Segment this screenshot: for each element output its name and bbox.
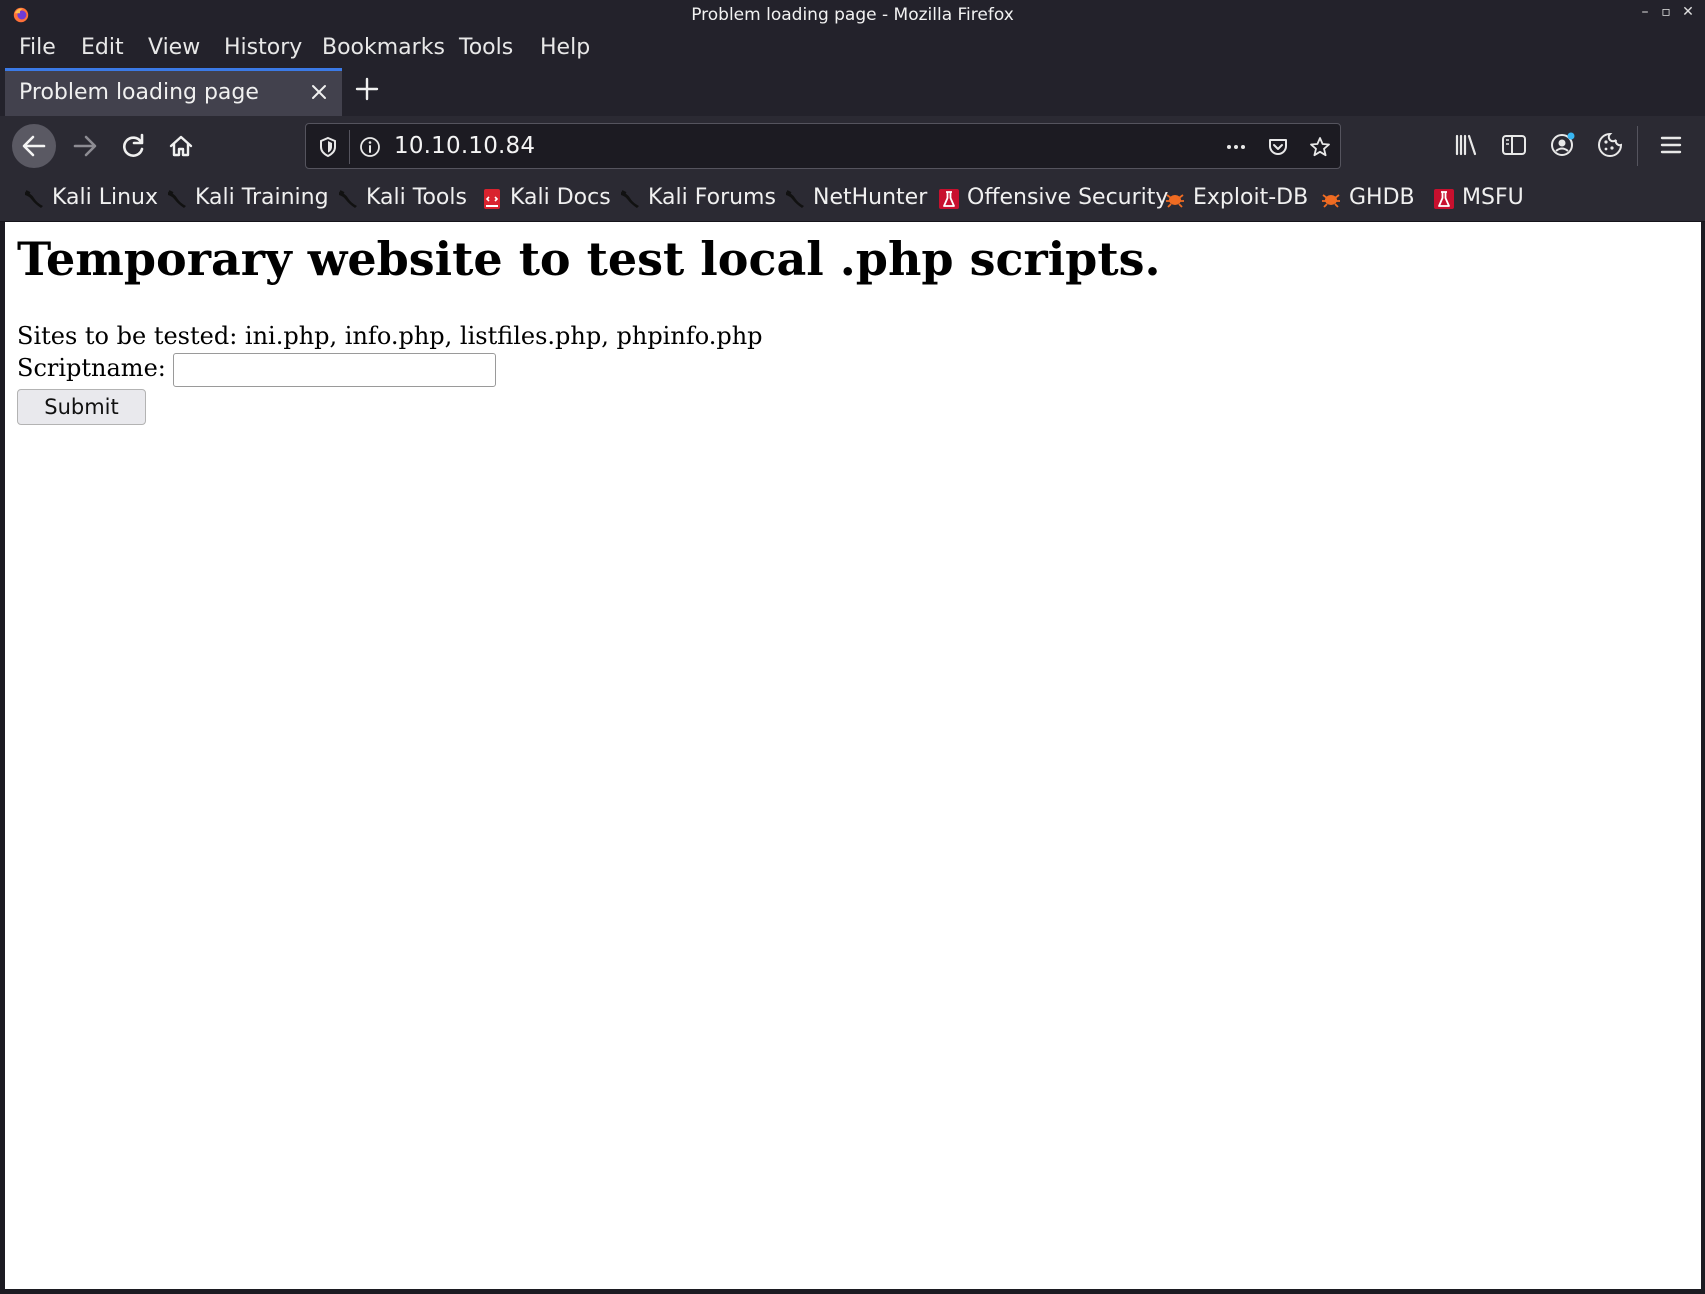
sidebar-icon[interactable] bbox=[1499, 130, 1529, 160]
home-icon bbox=[169, 135, 193, 157]
kali-dragon-icon bbox=[25, 190, 43, 208]
bookmark-star-icon[interactable] bbox=[1308, 135, 1332, 159]
menu-file[interactable]: File bbox=[19, 35, 56, 60]
menu-history[interactable]: History bbox=[224, 35, 302, 60]
bookmark-label: MSFU bbox=[1462, 185, 1524, 210]
sites-to-test-text: Sites to be tested: ini.php, info.php, l… bbox=[17, 322, 763, 350]
bookmark-label: Kali Linux bbox=[52, 185, 159, 210]
account-icon[interactable] bbox=[1547, 130, 1577, 160]
exploitdb-bug-icon bbox=[1322, 194, 1340, 208]
menu-bookmarks[interactable]: Bookmarks bbox=[322, 35, 445, 60]
maximize-button[interactable]: ▫ bbox=[1657, 4, 1675, 20]
kali-dragon-icon bbox=[339, 190, 357, 208]
bookmark-label: Kali Forums bbox=[648, 185, 776, 210]
tab-problem-loading[interactable]: Problem loading page bbox=[5, 68, 342, 116]
kali-dragon-icon bbox=[621, 190, 639, 208]
exploitdb-bug-icon bbox=[1166, 194, 1184, 208]
urlbar-divider bbox=[349, 130, 350, 164]
bookmarks-toolbar: Kali Linux Kali Training Kali Tools Kali… bbox=[0, 176, 1705, 222]
scriptname-input[interactable] bbox=[173, 353, 496, 387]
back-button[interactable] bbox=[12, 124, 56, 168]
pocket-icon[interactable] bbox=[1266, 135, 1290, 159]
arrow-left-icon bbox=[22, 135, 46, 157]
menu-view[interactable]: View bbox=[148, 35, 200, 60]
forward-button[interactable] bbox=[63, 124, 107, 168]
toolbar-separator bbox=[1637, 126, 1638, 166]
offsec-flask-icon bbox=[939, 189, 959, 209]
kali-docs-icon bbox=[484, 189, 500, 209]
page-heading: Temporary website to test local .php scr… bbox=[17, 232, 1161, 286]
bookmark-label: Kali Tools bbox=[366, 185, 467, 210]
arrow-right-icon bbox=[73, 135, 97, 157]
site-info-icon[interactable] bbox=[358, 135, 382, 159]
window-frame-right bbox=[1701, 222, 1705, 1294]
menu-bar: File Edit View History Bookmarks Tools H… bbox=[0, 30, 1705, 68]
bookmark-label: NetHunter bbox=[813, 185, 928, 210]
minimize-button[interactable]: – bbox=[1636, 4, 1654, 20]
page-actions-ellipsis-icon[interactable] bbox=[1224, 135, 1248, 159]
tab-strip: Problem loading page bbox=[0, 68, 1705, 116]
hamburger-menu-icon[interactable] bbox=[1656, 130, 1686, 160]
reload-icon bbox=[123, 133, 144, 157]
tab-title: Problem loading page bbox=[19, 80, 259, 105]
url-text[interactable]: 10.10.10.84 bbox=[394, 133, 535, 159]
tracking-shield-icon[interactable] bbox=[316, 135, 340, 159]
url-bar[interactable]: 10.10.10.84 bbox=[305, 123, 1341, 169]
bookmark-label: Offensive Security bbox=[967, 185, 1169, 210]
submit-button[interactable]: Submit bbox=[17, 389, 146, 425]
close-tab-icon[interactable] bbox=[308, 81, 330, 103]
menu-help[interactable]: Help bbox=[540, 35, 590, 60]
library-icon[interactable] bbox=[1451, 130, 1481, 160]
menu-edit[interactable]: Edit bbox=[81, 35, 124, 60]
window-titlebar: Problem loading page - Mozilla Firefox –… bbox=[0, 0, 1705, 30]
new-tab-plus-icon[interactable] bbox=[354, 76, 380, 102]
window-title: Problem loading page - Mozilla Firefox bbox=[691, 5, 1014, 25]
page-content: Temporary website to test local .php scr… bbox=[5, 222, 1701, 1289]
kali-dragon-icon bbox=[168, 190, 186, 208]
window-frame-left bbox=[0, 222, 5, 1294]
home-button[interactable] bbox=[159, 124, 203, 168]
window-frame-bottom bbox=[0, 1289, 1705, 1294]
scriptname-label: Scriptname: bbox=[17, 354, 166, 382]
bookmark-label: GHDB bbox=[1349, 185, 1415, 210]
bookmark-label: Kali Training bbox=[195, 185, 329, 210]
kali-dragon-icon bbox=[786, 190, 804, 208]
offsec-flask-icon bbox=[1434, 189, 1454, 209]
bookmark-label: Exploit-DB bbox=[1193, 185, 1309, 210]
bookmark-label: Kali Docs bbox=[510, 185, 611, 210]
menu-tools[interactable]: Tools bbox=[459, 35, 513, 60]
cookie-extension-icon[interactable] bbox=[1595, 130, 1625, 160]
navigation-toolbar: 10.10.10.84 bbox=[0, 116, 1705, 176]
close-window-button[interactable]: ✕ bbox=[1679, 4, 1697, 20]
reload-button[interactable] bbox=[111, 124, 155, 168]
